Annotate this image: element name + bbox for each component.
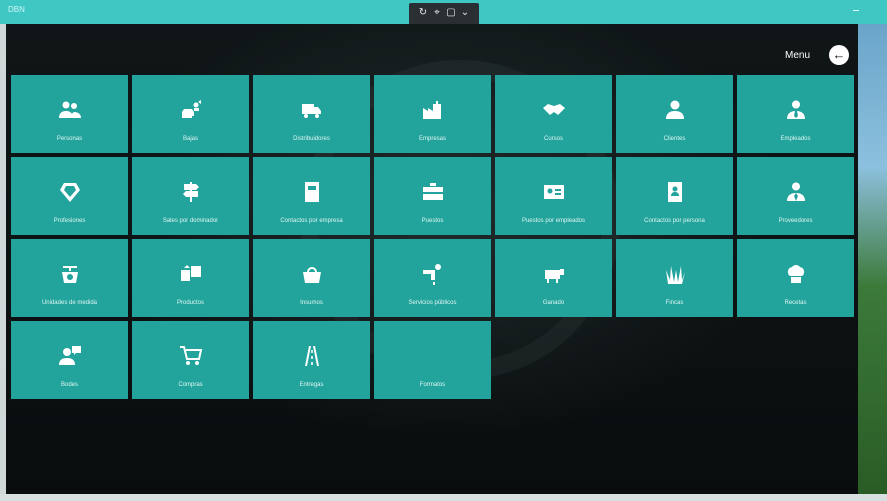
blank-icon [419,342,447,370]
contact-book-icon [661,178,689,206]
briefcase-icon [419,178,447,206]
title-bar: DBN ↻ ⌖ ▢ ⌄ [0,0,887,29]
tile-signpost[interactable]: Sales por dominador [132,157,249,235]
grass-icon [661,260,689,288]
tile-label: Cursos [543,136,563,142]
tile-label: Ganado [542,300,565,306]
book-icon [298,178,326,206]
tile-label: Puestos por empleados [521,218,586,224]
user-chat-icon [56,342,84,370]
square-icon[interactable]: ▢ [445,7,457,19]
tile-label: Distribuidores [293,136,330,142]
pin-icon[interactable]: ⌖ [431,7,443,19]
tile-contact-book[interactable]: Contactos por persona [616,157,733,235]
tile-label: Compras [178,382,203,388]
chef-hat-icon [782,260,810,288]
tile-road[interactable]: Entregas [253,321,370,399]
tile-label: Entregas [299,382,324,388]
minimize-button[interactable] [853,10,859,11]
tile-people[interactable]: Personas [11,75,128,153]
tile-briefcase[interactable]: Puestos [374,157,491,235]
road-icon [298,342,326,370]
tile-label: Recetas [784,300,807,306]
factory-icon [419,96,447,124]
person-icon [661,96,689,124]
tile-supplier[interactable]: Proveedores [737,157,854,235]
employee-icon [782,96,810,124]
tile-person[interactable]: Clientes [616,75,733,153]
faucet-icon [419,260,447,288]
tile-chef-hat[interactable]: Recetas [737,239,854,317]
tile-basket[interactable]: Insumos [253,239,370,317]
app-title: DBN [8,5,25,14]
tile-label: Servicios públicos [408,300,457,306]
tile-factory[interactable]: Empresas [374,75,491,153]
people-icon [56,96,84,124]
signpost-icon [177,178,205,206]
tile-label: Sales por dominador [162,218,219,224]
tile-label: Contactos por persona [644,218,705,224]
products-icon [177,260,205,288]
tile-label: Profesiones [53,218,86,224]
tile-blank[interactable]: Formatos [374,321,491,399]
background-landscape [858,24,887,501]
tile-label: Empresas [418,136,446,142]
tile-label: Empleados [780,136,811,142]
tile-cow[interactable]: Ganado [495,239,612,317]
tile-label: Personas [56,136,83,142]
tile-scale[interactable]: Unidades de medida [11,239,128,317]
tile-label: Insumos [300,300,323,306]
tile-grass[interactable]: Fincas [616,239,733,317]
arrow-left-icon: ← [832,47,846,62]
tile-products[interactable]: Productos [132,239,249,317]
badge-icon [56,178,84,206]
tile-book[interactable]: Contactos por empresa [253,157,370,235]
tile-label: Bajas [182,136,198,142]
tile-truck[interactable]: Distribuidores [253,75,370,153]
tile-faucet[interactable]: Servicios públicos [374,239,491,317]
tile-label: Contactos por empresa [280,218,343,224]
herd-icon [177,96,205,124]
tile-label: Productos [176,300,204,306]
handshake-icon [540,96,568,124]
tile-employee[interactable]: Empleados [737,75,854,153]
tile-id-card[interactable]: Puestos por empleados [495,157,612,235]
tile-user-chat[interactable]: Bodes [11,321,128,399]
tile-label: Fincas [665,300,684,306]
tile-badge[interactable]: Profesiones [11,157,128,235]
tile-label: Formatos [419,382,446,388]
tile-label: Proveedores [778,218,813,224]
left-frame [0,24,6,501]
supplier-icon [782,178,810,206]
tile-herd[interactable]: Bajas [132,75,249,153]
bottom-frame [0,494,887,501]
cart-icon [177,342,205,370]
truck-icon [298,96,326,124]
menu-grid: Personas Bajas Distribuidores Empresas Curso… [11,75,854,399]
cow-icon [540,260,568,288]
tile-label: Unidades de medida [41,300,98,306]
back-button[interactable]: ← [829,45,849,65]
tile-label: Puestos [421,218,444,224]
tile-handshake[interactable]: Cursos [495,75,612,153]
tile-label: Clientes [663,136,686,142]
tile-label: Bodes [60,382,78,388]
refresh-icon[interactable]: ↻ [417,7,429,19]
scale-icon [56,260,84,288]
basket-icon [298,260,326,288]
id-card-icon [540,178,568,206]
chevron-down-icon[interactable]: ⌄ [459,7,471,19]
menu-label: Menu [785,50,811,61]
tile-cart[interactable]: Compras [132,321,249,399]
